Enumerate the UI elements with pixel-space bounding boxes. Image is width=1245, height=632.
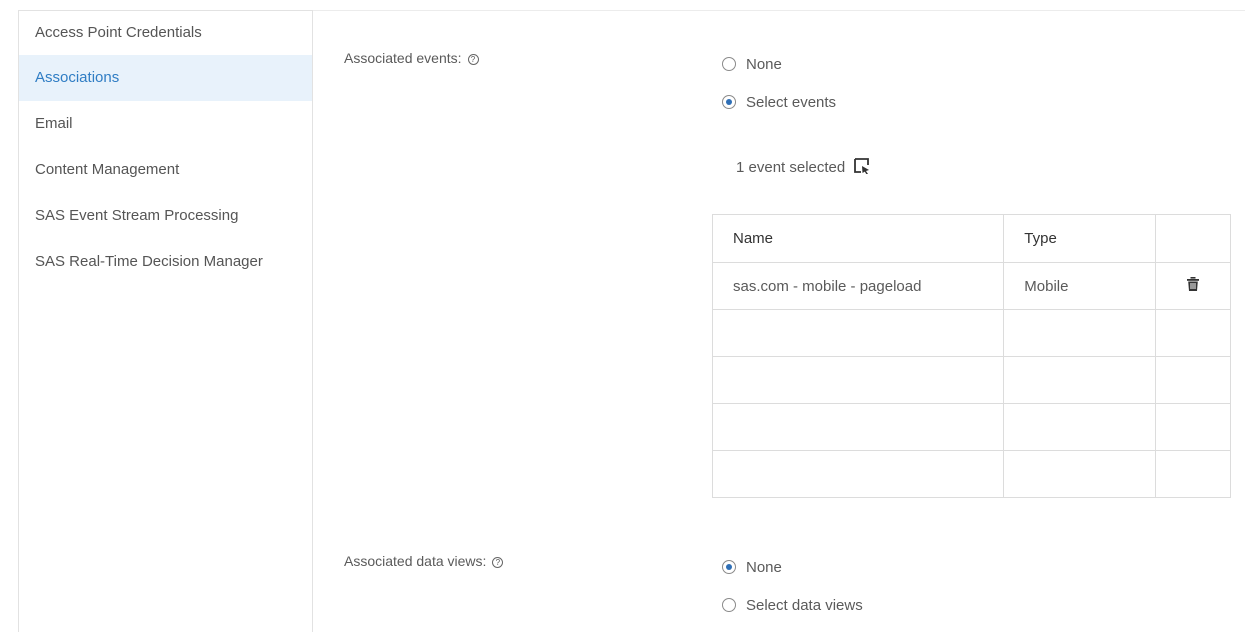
cell-actions [1154,309,1232,357]
help-circle-icon[interactable]: ? [492,557,504,568]
cell-event-type [1003,356,1156,404]
top-divider [313,10,1245,11]
events-selected-count-text: 1 event selected [736,159,846,176]
cell-event-type [1003,309,1156,357]
cell-event-name [711,309,1005,357]
sidebar-item-sas-real-time-decision-manager[interactable]: SAS Real-Time Decision Manager [19,239,312,285]
cell-event-name [711,403,1005,451]
column-header-type[interactable]: Type [1003,214,1156,263]
trash-icon[interactable] [1186,277,1199,295]
data-views-radio-none-label: None [746,559,782,576]
radio-button-checked-icon[interactable] [722,560,736,574]
table-row [711,403,1232,451]
table-row [711,356,1232,404]
cell-actions [1154,403,1232,451]
table-row[interactable]: sas.com - mobile - pageload Mobile [711,262,1232,310]
data-views-radio-select-data-views-label: Select data views [746,597,863,614]
sidebar-item-email[interactable]: Email [19,101,312,147]
events-table: Name Type sas.com - mobile - pageload Mo… [711,214,1232,498]
events-radio-none[interactable]: None [722,56,782,73]
sidebar-item-content-management[interactable]: Content Management [19,147,312,193]
cell-event-type: Mobile [1003,262,1156,310]
radio-button-icon[interactable] [722,598,736,612]
sidebar-item-associations[interactable]: Associations [19,55,312,101]
events-radio-select-events[interactable]: Select events [722,94,836,111]
column-header-name[interactable]: Name [711,214,1005,263]
associated-data-views-label-text: Associated data views: [344,553,487,569]
data-views-radio-none[interactable]: None [722,559,782,576]
radio-button-checked-icon[interactable] [722,95,736,109]
cell-event-type [1003,450,1156,498]
table-row [711,309,1232,357]
cell-event-name [711,356,1005,404]
associated-events-label-text: Associated events: [344,50,462,66]
sidebar-item-access-point-credentials[interactable]: Access Point Credentials [19,11,312,55]
sidebar-item-sas-event-stream-processing[interactable]: SAS Event Stream Processing [19,193,312,239]
cell-event-name: sas.com - mobile - pageload [711,262,1005,310]
cell-event-type [1003,403,1156,451]
data-views-radio-select-data-views[interactable]: Select data views [722,597,863,614]
settings-sidebar: Access Point Credentials Associations Em… [18,10,313,632]
column-header-actions [1154,214,1232,263]
radio-button-icon[interactable] [722,57,736,71]
events-radio-none-label: None [746,56,782,73]
help-circle-icon[interactable]: ? [467,54,479,65]
associated-data-views-label: Associated data views:? [344,553,504,569]
cell-actions [1154,356,1232,404]
events-radio-select-events-label: Select events [746,94,837,111]
events-selected-count: 1 event selected [736,158,871,178]
cell-event-name [711,450,1005,498]
cell-actions [1154,450,1232,498]
table-row [711,450,1232,498]
cell-actions [1154,262,1232,310]
associated-events-label: Associated events:? [344,50,479,66]
table-header-row: Name Type [711,214,1232,263]
select-cursor-icon[interactable] [853,158,871,178]
